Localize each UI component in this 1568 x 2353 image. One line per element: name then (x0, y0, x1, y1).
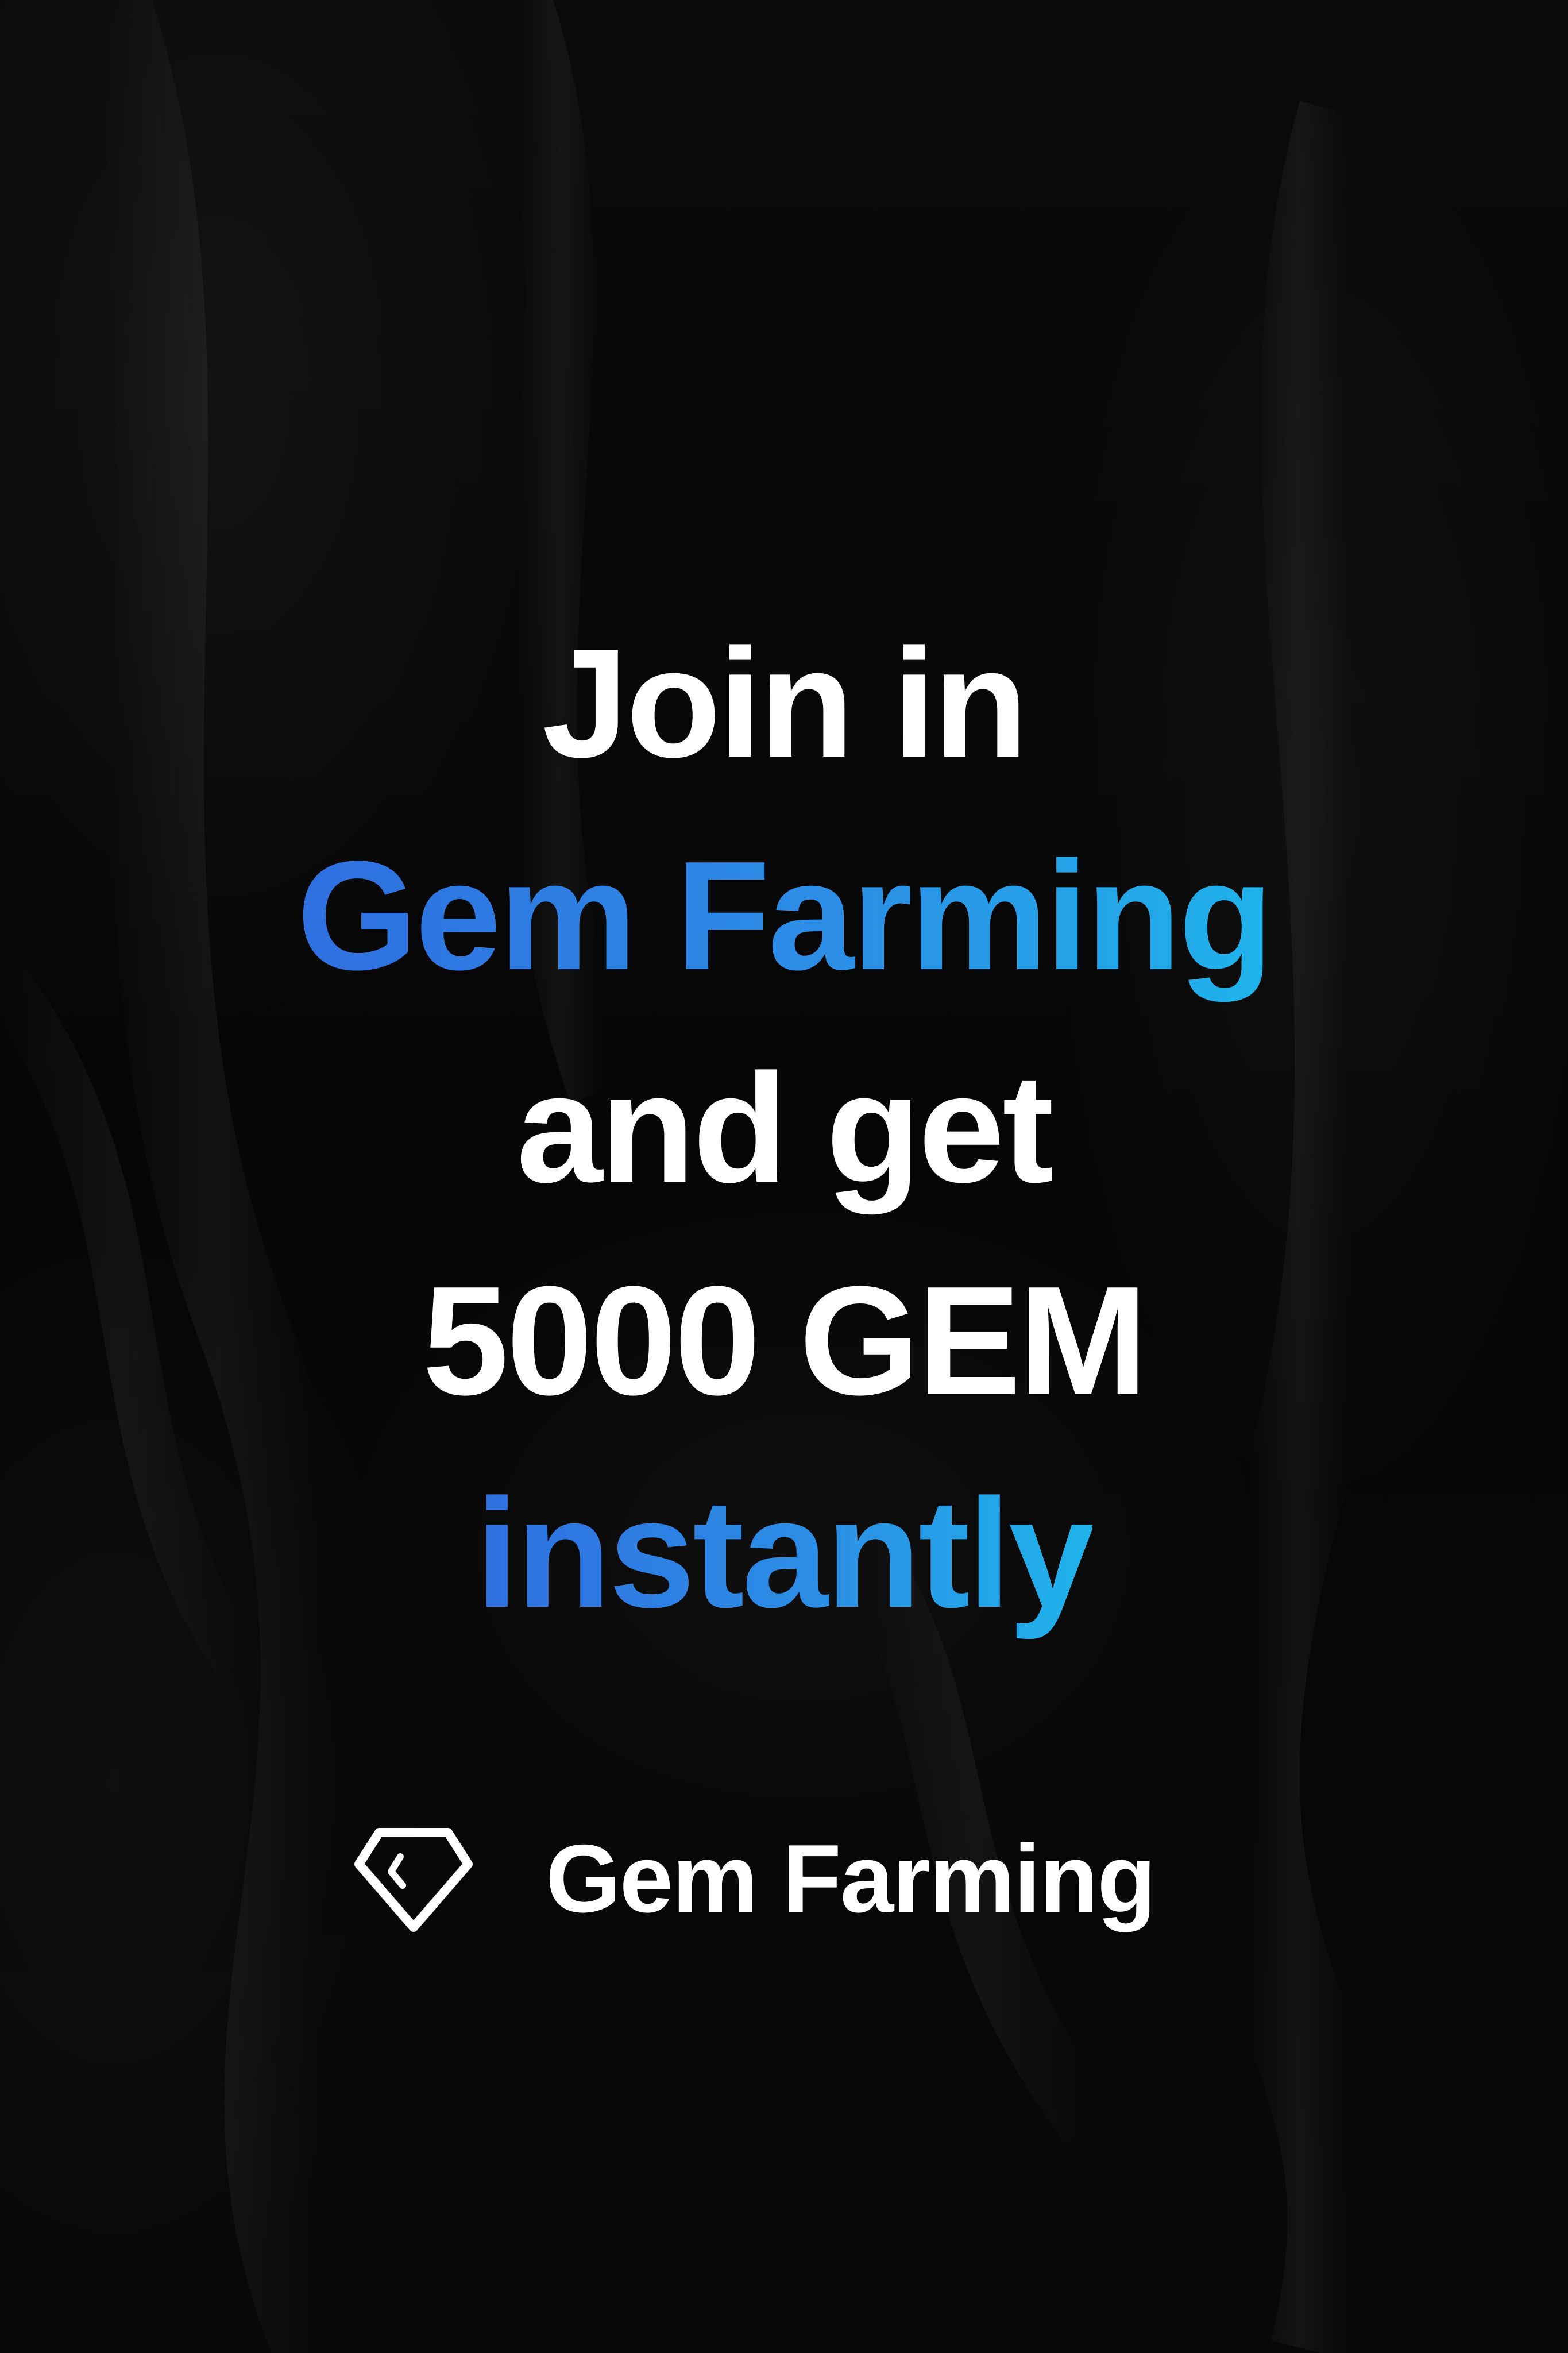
headline: Join in Gem Farming and get 5000 GEM ins… (0, 597, 1568, 1660)
headline-line-instantly: instantly (476, 1448, 1095, 1660)
brand-name: Gem Farming (546, 1824, 1156, 1932)
brand-lockup: Gem Farming (350, 1815, 1156, 1942)
headline-line-gem-farming: Gem Farming (297, 810, 1273, 1023)
gem-icon (350, 1815, 477, 1942)
headline-line-and-get: and get (516, 1042, 1054, 1215)
headline-line-amount: 5000 GEM (422, 1255, 1148, 1428)
headline-line-join: Join in (542, 617, 1028, 790)
